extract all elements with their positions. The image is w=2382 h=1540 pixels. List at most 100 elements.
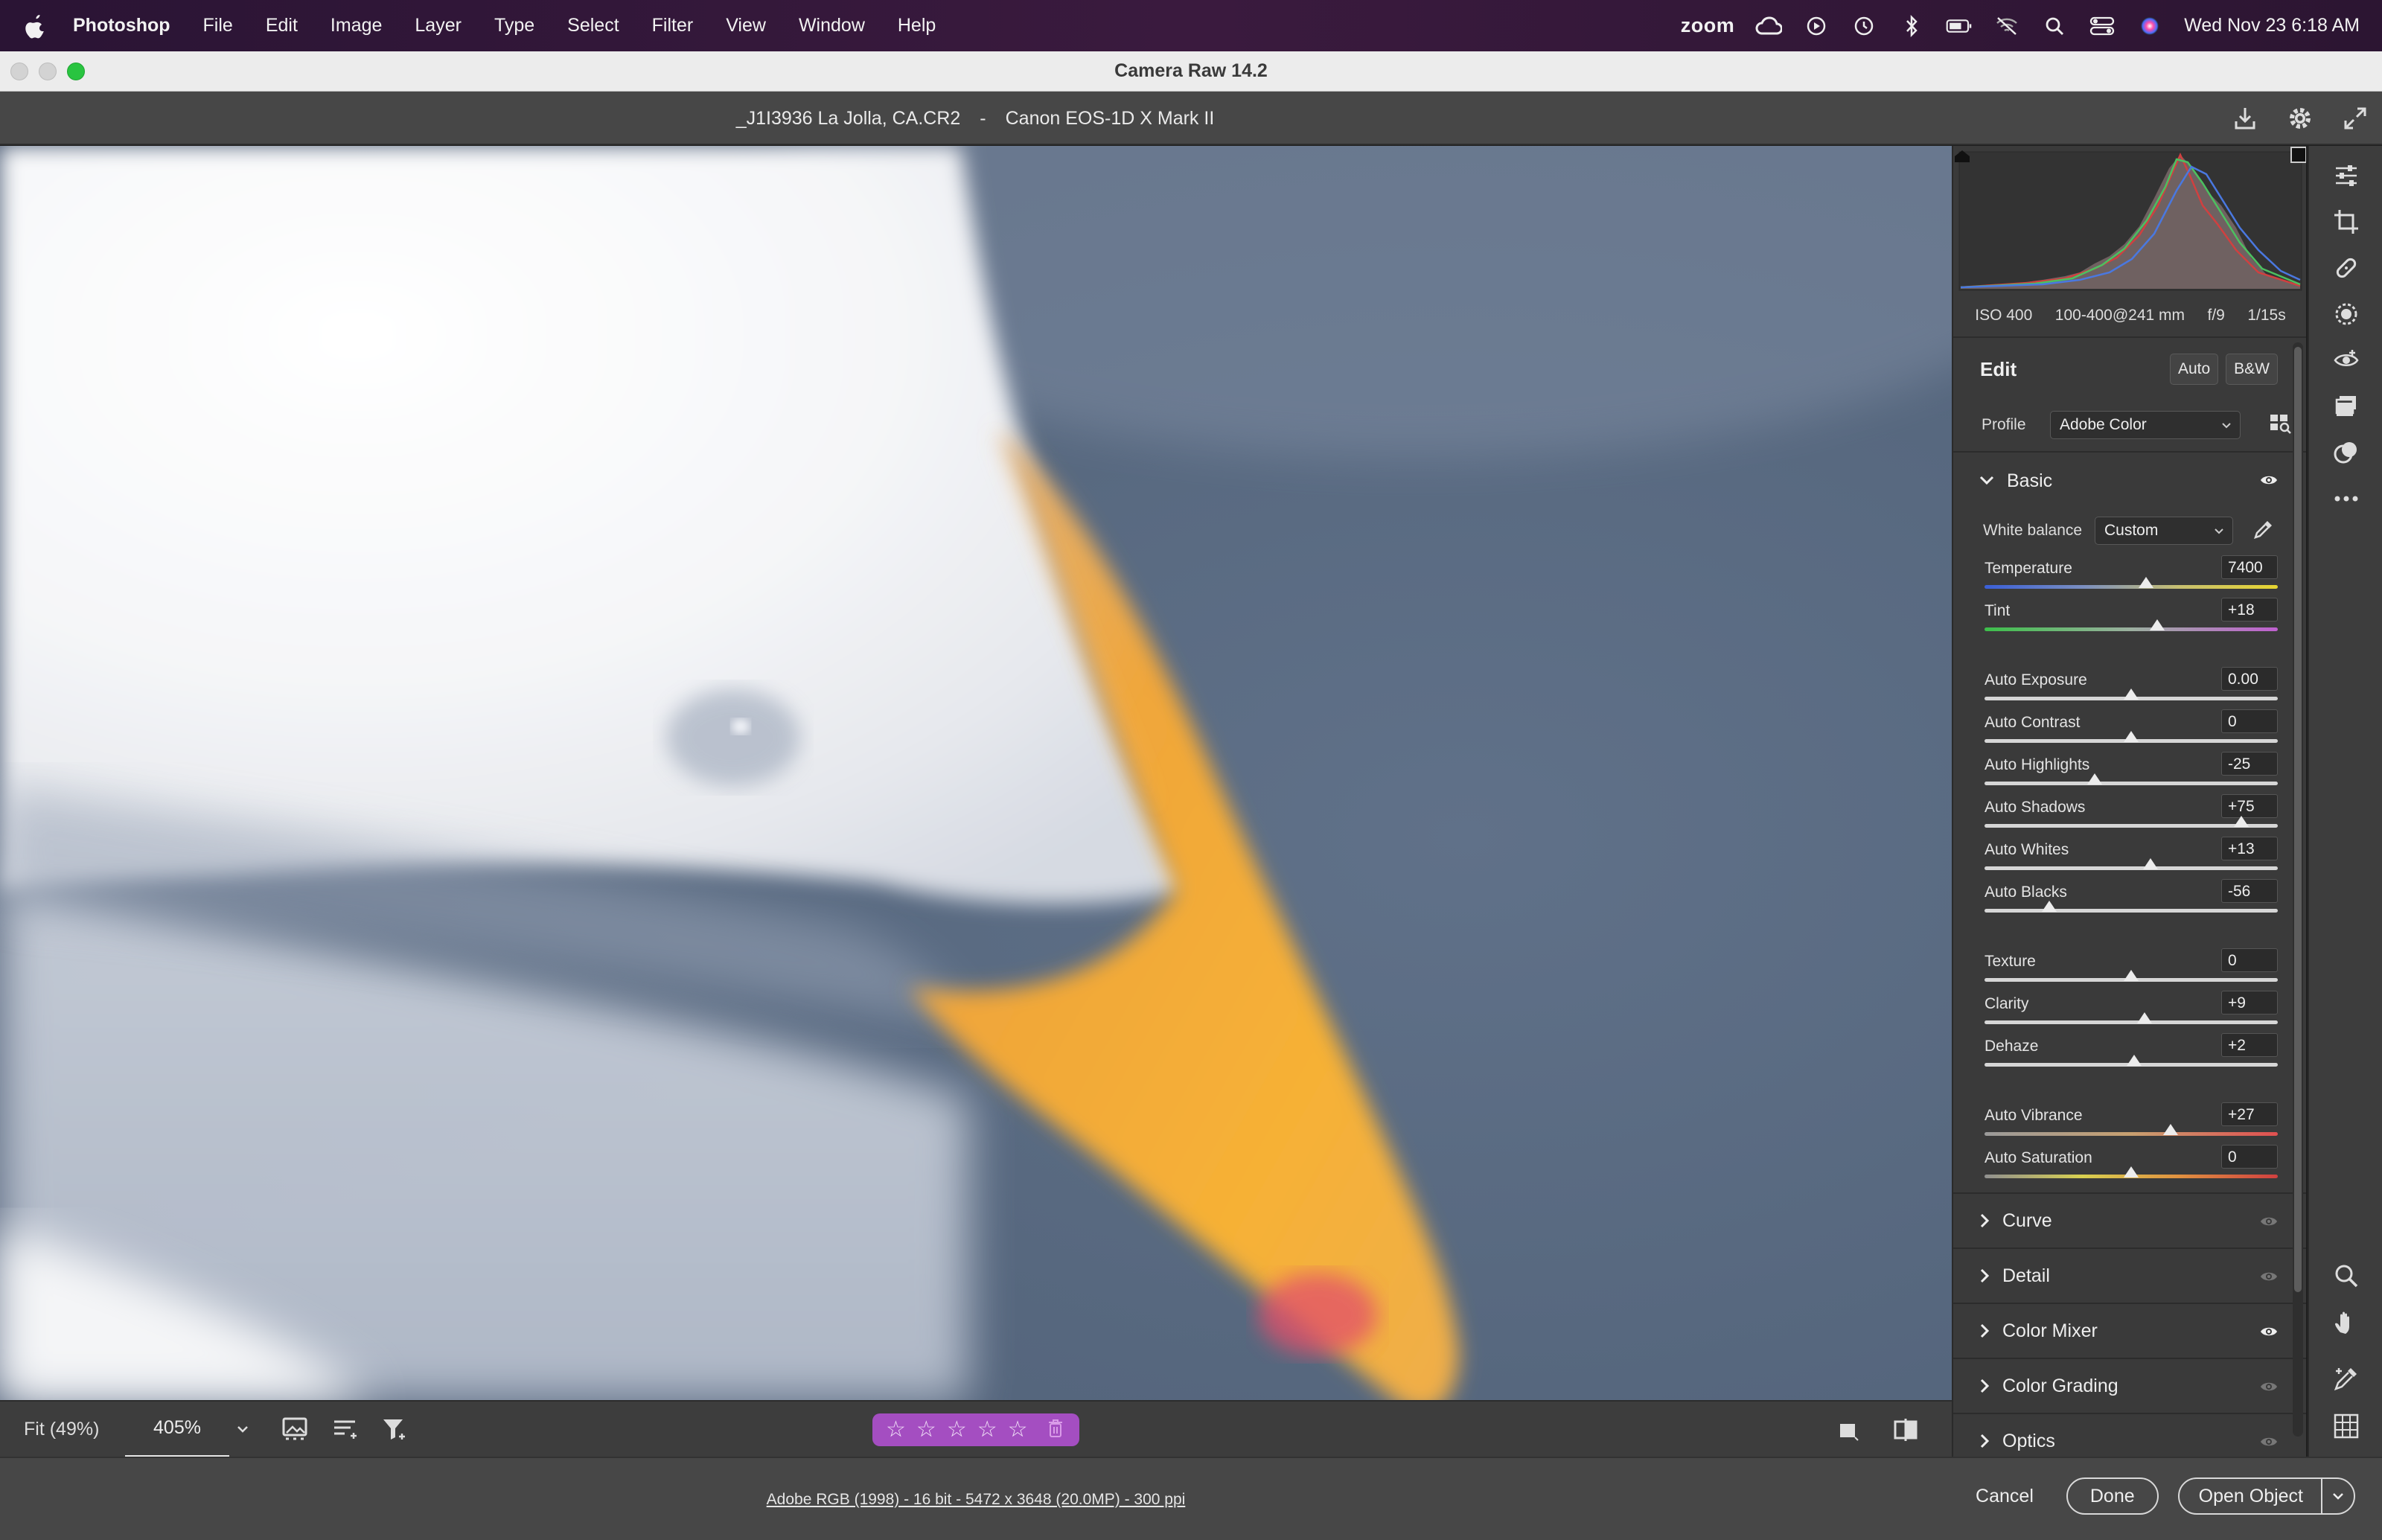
single-view-icon[interactable] (1831, 1413, 1864, 1446)
slider-thumb[interactable] (2142, 858, 2158, 869)
slider-track[interactable] (1985, 909, 2278, 913)
eye-icon[interactable] (2260, 1270, 2278, 1287)
menu-file[interactable]: File (187, 15, 249, 36)
image-preview[interactable] (0, 146, 1952, 1400)
slider-value-field[interactable]: +2 (2221, 1033, 2278, 1057)
slider-value-field[interactable]: 0 (2221, 1145, 2278, 1169)
battery-icon[interactable] (1946, 13, 1973, 39)
apple-icon[interactable] (0, 13, 71, 39)
slider-value-field[interactable]: -56 (2221, 879, 2278, 903)
search-icon[interactable] (2041, 13, 2068, 39)
play-icon[interactable] (1803, 13, 1830, 39)
menu-layer[interactable]: Layer (398, 15, 478, 36)
slider-thumb[interactable] (2136, 1012, 2152, 1023)
siri-icon[interactable] (2136, 13, 2163, 39)
star-2[interactable]: ☆ (916, 1419, 936, 1441)
slider-thumb[interactable] (2233, 816, 2249, 827)
slider-value-field[interactable]: -25 (2221, 752, 2278, 776)
time-machine-icon[interactable] (1851, 13, 1877, 39)
open-object-button[interactable]: Open Object (2180, 1479, 2322, 1513)
section-optics[interactable]: Optics (1953, 1413, 2306, 1457)
section-curve[interactable]: Curve (1953, 1192, 2306, 1247)
slider-value-field[interactable]: +75 (2221, 794, 2278, 818)
slider-thumb[interactable] (2124, 731, 2139, 742)
slider-thumb[interactable] (2124, 970, 2139, 981)
slider-thumb[interactable] (2041, 901, 2057, 912)
hand-tool-icon[interactable] (2330, 1307, 2363, 1340)
eye-icon[interactable] (2260, 1380, 2278, 1397)
workflow-options-link[interactable]: Adobe RGB (1998) - 16 bit - 5472 x 3648 … (0, 1458, 1952, 1540)
eye-icon[interactable] (2260, 1435, 2278, 1452)
star-3[interactable]: ☆ (947, 1419, 967, 1441)
cancel-button[interactable]: Cancel (1962, 1477, 2047, 1515)
menu-window[interactable]: Window (782, 15, 881, 36)
before-after-icon[interactable] (1889, 1413, 1922, 1446)
eye-icon[interactable] (2260, 473, 2278, 491)
menu-filter[interactable]: Filter (636, 15, 710, 36)
snapshots-icon[interactable] (2330, 390, 2363, 423)
basic-section-header[interactable]: Basic (1953, 454, 2306, 508)
slider-value-field[interactable]: 0 (2221, 709, 2278, 733)
slider-thumb[interactable] (2150, 619, 2165, 630)
close-window-button[interactable] (10, 63, 28, 80)
slider-track[interactable] (1985, 585, 2278, 589)
menu-view[interactable]: View (709, 15, 782, 36)
slider-thumb[interactable] (2126, 1055, 2142, 1066)
menu-app-photoshop[interactable]: Photoshop (71, 15, 187, 36)
auto-button[interactable]: Auto (2169, 354, 2219, 385)
zoom-dropdown-icon[interactable] (229, 1425, 256, 1434)
slider-thumb[interactable] (2163, 1124, 2179, 1135)
grid-overlay-icon[interactable] (2330, 1410, 2363, 1442)
fit-zoom-label[interactable]: Fit (49%) (0, 1419, 125, 1440)
slider-value-field[interactable]: 7400 (2221, 555, 2278, 579)
menubar-clock[interactable]: Wed Nov 23 6:18 AM (2184, 15, 2360, 36)
slider-thumb[interactable] (2086, 773, 2102, 785)
section-color-grading[interactable]: Color Grading (1953, 1358, 2306, 1413)
presets-icon[interactable] (2330, 436, 2363, 469)
slider-track[interactable] (1985, 866, 2278, 870)
trash-icon[interactable] (1047, 1419, 1064, 1442)
slider-track[interactable] (1985, 1020, 2278, 1024)
zoom-window-button[interactable] (67, 63, 85, 80)
control-center-icon[interactable] (2089, 13, 2116, 39)
menu-image[interactable]: Image (314, 15, 398, 36)
zoom-status-item[interactable]: zoom (1681, 14, 1735, 37)
healing-icon[interactable] (2330, 252, 2363, 284)
menu-type[interactable]: Type (478, 15, 551, 36)
star-rating[interactable]: ☆ ☆ ☆ ☆ ☆ (872, 1413, 1079, 1446)
star-4[interactable]: ☆ (977, 1419, 997, 1441)
profile-browser-icon[interactable] (2269, 412, 2293, 438)
masking-icon[interactable] (2330, 298, 2363, 330)
star-1[interactable]: ☆ (886, 1419, 906, 1441)
section-color-mixer[interactable]: Color Mixer (1953, 1303, 2306, 1358)
save-image-icon[interactable] (2229, 102, 2261, 135)
open-options-dropdown[interactable] (2322, 1479, 2354, 1513)
profile-dropdown[interactable]: Adobe Color (2050, 411, 2241, 439)
filter-icon[interactable] (378, 1413, 411, 1445)
slider-track[interactable] (1985, 1132, 2278, 1136)
gear-icon[interactable] (2284, 102, 2316, 135)
color-sampler-icon[interactable] (2330, 1362, 2363, 1395)
zoom-level[interactable]: 405% (125, 1401, 229, 1457)
done-button[interactable]: Done (2066, 1477, 2159, 1515)
eyedropper-icon[interactable] (2252, 518, 2275, 544)
panel-scrollbar-thumb[interactable] (2294, 347, 2302, 1292)
slider-thumb[interactable] (2138, 577, 2153, 588)
slider-value-field[interactable]: +18 (2221, 598, 2278, 622)
panel-scrollbar[interactable] (2293, 342, 2303, 1437)
slider-thumb[interactable] (2124, 688, 2139, 700)
eye-icon[interactable] (2260, 1325, 2278, 1342)
wifi-off-icon[interactable] (1993, 13, 2020, 39)
bw-button[interactable]: B&W (2226, 354, 2278, 385)
slider-track[interactable] (1985, 627, 2278, 631)
slider-value-field[interactable]: 0.00 (2221, 667, 2278, 691)
star-5[interactable]: ☆ (1008, 1419, 1028, 1441)
slider-value-field[interactable]: +13 (2221, 837, 2278, 860)
white-balance-dropdown[interactable]: Custom (2095, 517, 2233, 545)
zoom-tool-icon[interactable] (2330, 1259, 2363, 1292)
section-detail[interactable]: Detail (1953, 1247, 2306, 1303)
slider-value-field[interactable]: 0 (2221, 948, 2278, 972)
filmstrip-icon[interactable] (280, 1413, 313, 1445)
crop-icon[interactable] (2330, 205, 2363, 238)
slider-track[interactable] (1985, 782, 2278, 785)
